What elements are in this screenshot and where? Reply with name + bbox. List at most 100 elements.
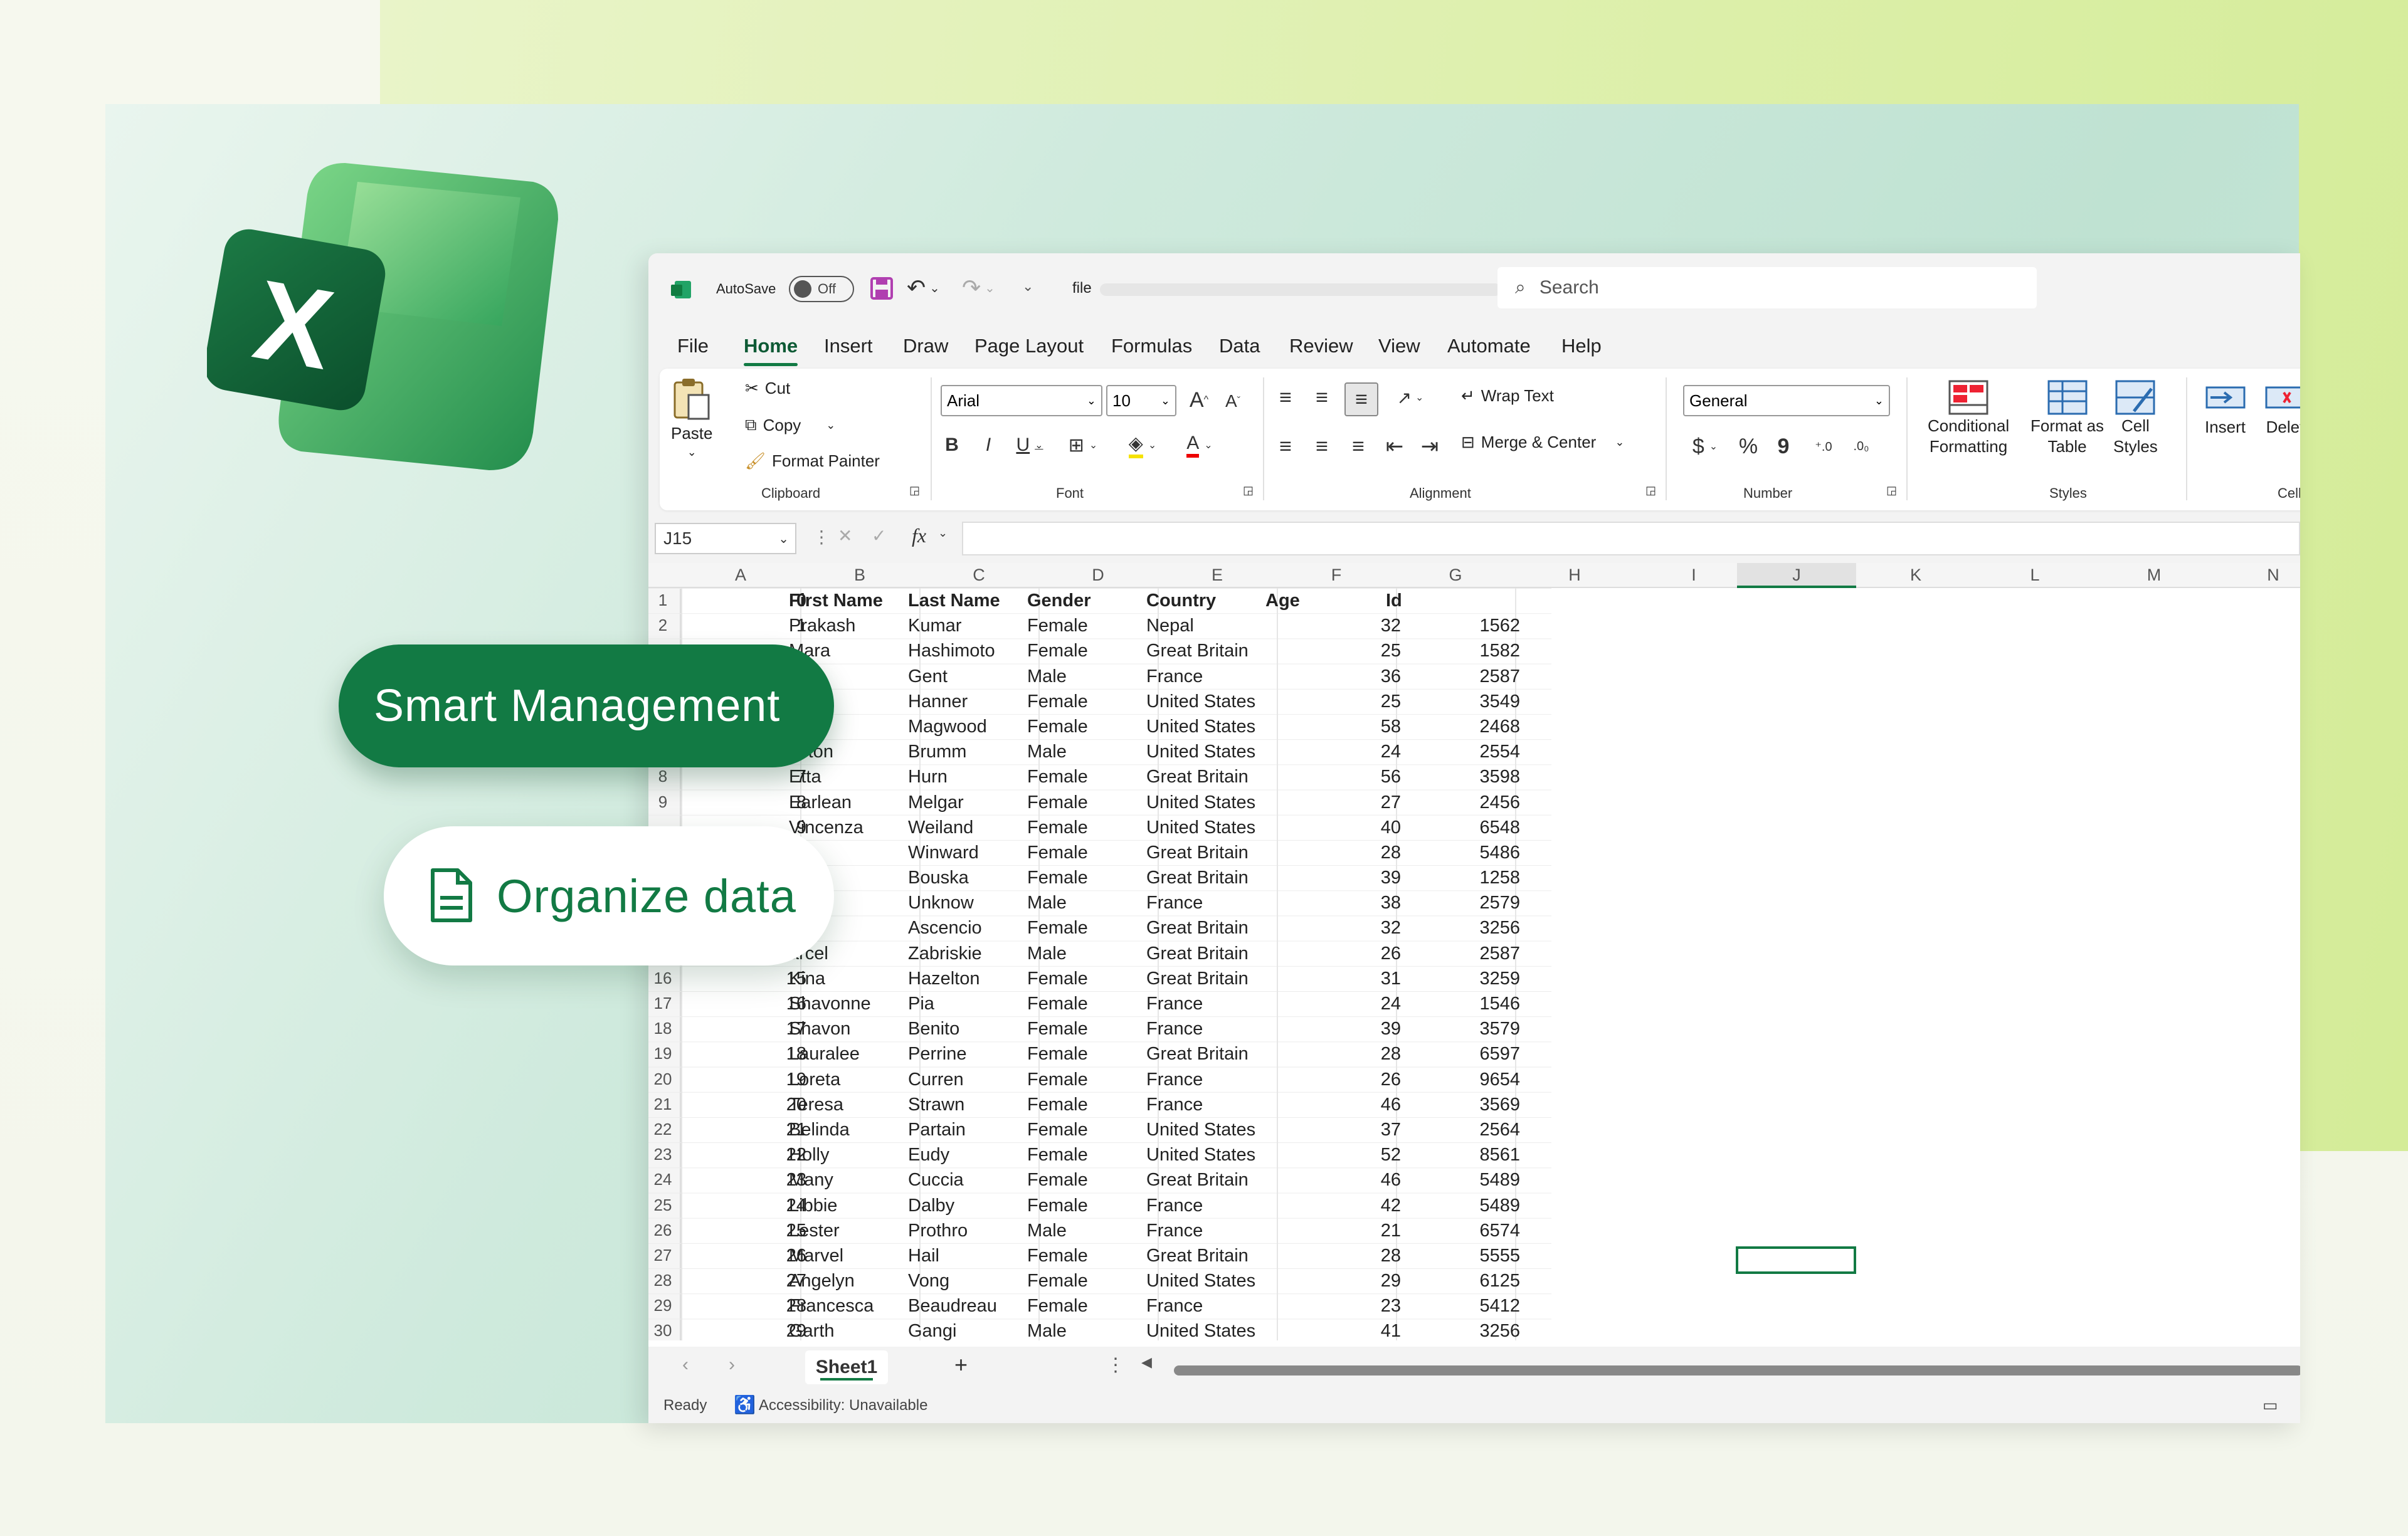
cell[interactable]: Perrine bbox=[908, 1044, 967, 1065]
cell[interactable]: 15 bbox=[684, 969, 806, 989]
row-number[interactable]: 21 bbox=[648, 1095, 677, 1114]
cell[interactable]: France bbox=[1146, 893, 1203, 913]
paste-button[interactable]: Paste ⌄ bbox=[671, 377, 713, 459]
add-sheet-button[interactable]: + bbox=[954, 1352, 968, 1378]
row-number[interactable]: 22 bbox=[648, 1120, 677, 1139]
align-left-icon[interactable]: ≡ bbox=[1272, 431, 1299, 461]
tab-formulas[interactable]: Formulas bbox=[1111, 335, 1192, 357]
cell[interactable]: 7 bbox=[684, 767, 806, 787]
dialog-launcher-icon[interactable]: ◲ bbox=[1886, 484, 1897, 497]
column-header[interactable]: F bbox=[1277, 565, 1396, 585]
column-header[interactable]: N bbox=[2214, 565, 2300, 585]
display-settings-icon[interactable]: ▭ bbox=[2263, 1396, 2278, 1415]
column-header[interactable]: I bbox=[1634, 565, 1753, 585]
row-number[interactable]: 1 bbox=[648, 591, 677, 610]
cell[interactable]: Female bbox=[1027, 792, 1088, 813]
row-number[interactable]: 19 bbox=[648, 1044, 677, 1063]
dialog-launcher-icon[interactable]: ◲ bbox=[1645, 484, 1656, 497]
cell[interactable]: Female bbox=[1027, 1070, 1088, 1090]
cell[interactable]: 3549 bbox=[1338, 692, 1520, 712]
align-top-icon[interactable]: ≡ bbox=[1272, 382, 1299, 413]
cell[interactable]: Male bbox=[1027, 1321, 1067, 1342]
align-center-icon[interactable]: ≡ bbox=[1308, 431, 1336, 461]
cell[interactable]: France bbox=[1146, 1019, 1203, 1039]
cell[interactable]: Partain bbox=[908, 1120, 966, 1140]
formula-input[interactable] bbox=[962, 522, 2300, 555]
cell[interactable]: Female bbox=[1027, 818, 1088, 838]
horizontal-scrollbar[interactable] bbox=[1174, 1365, 2300, 1376]
cell[interactable]: 24 bbox=[684, 1196, 806, 1216]
cell[interactable]: 21 bbox=[684, 1120, 806, 1140]
cell[interactable]: 6125 bbox=[1338, 1271, 1520, 1291]
cell[interactable]: Female bbox=[1027, 641, 1088, 661]
tab-file[interactable]: File bbox=[677, 335, 709, 357]
cell[interactable]: Female bbox=[1027, 1095, 1088, 1115]
cell[interactable]: 23 bbox=[684, 1170, 806, 1191]
redo-icon[interactable]: ↷ ⌄ bbox=[962, 275, 995, 301]
cell[interactable]: 2564 bbox=[1338, 1120, 1520, 1140]
cell[interactable]: Female bbox=[1027, 969, 1088, 989]
row-number[interactable]: 18 bbox=[648, 1019, 677, 1038]
cell[interactable]: Brumm bbox=[908, 742, 966, 762]
cell[interactable]: Female bbox=[1027, 1120, 1088, 1140]
tab-data[interactable]: Data bbox=[1219, 335, 1260, 357]
column-header[interactable]: E bbox=[1158, 565, 1277, 585]
row-number[interactable]: 2 bbox=[648, 616, 677, 635]
cell[interactable]: Garth bbox=[789, 1321, 835, 1342]
accessibility-status[interactable]: Accessibility: Unavailable bbox=[759, 1397, 927, 1414]
cell[interactable]: 26 bbox=[684, 1246, 806, 1266]
cell[interactable]: Male bbox=[1027, 944, 1067, 964]
more-icon[interactable]: ⋮ bbox=[1106, 1354, 1125, 1376]
cell[interactable]: 0 bbox=[684, 591, 806, 611]
cell[interactable]: 2468 bbox=[1338, 717, 1520, 737]
number-format-dropdown[interactable]: General ⌄ bbox=[1683, 385, 1890, 416]
cell[interactable]: France bbox=[1146, 1070, 1203, 1090]
cell[interactable]: Female bbox=[1027, 843, 1088, 863]
cell[interactable]: Female bbox=[1027, 717, 1088, 737]
cell[interactable]: Nepal bbox=[1146, 616, 1194, 636]
tab-insert[interactable]: Insert bbox=[824, 335, 873, 357]
cell[interactable]: Zabriskie bbox=[908, 944, 982, 964]
cell[interactable]: 3598 bbox=[1338, 767, 1520, 787]
percent-icon[interactable]: % bbox=[1735, 431, 1762, 461]
next-sheet-icon[interactable]: › bbox=[729, 1354, 735, 1376]
cell[interactable]: Gent bbox=[908, 666, 948, 687]
cell[interactable]: Kumar bbox=[908, 616, 961, 636]
cell[interactable]: Lauralee bbox=[789, 1044, 860, 1065]
cell[interactable]: Female bbox=[1027, 1044, 1088, 1065]
font-name-dropdown[interactable]: Arial ⌄ bbox=[941, 385, 1102, 416]
column-header-selected[interactable]: J bbox=[1737, 563, 1856, 588]
cell[interactable]: Shavonne bbox=[789, 994, 871, 1014]
cell[interactable]: Gangi bbox=[908, 1321, 956, 1342]
selected-cell[interactable] bbox=[1736, 1246, 1856, 1274]
align-right-icon[interactable]: ≡ bbox=[1344, 431, 1372, 461]
cell[interactable]: Dalby bbox=[908, 1196, 954, 1216]
cell[interactable]: Female bbox=[1027, 1019, 1088, 1039]
column-header[interactable]: B bbox=[800, 565, 919, 585]
tab-draw[interactable]: Draw bbox=[903, 335, 948, 357]
customize-toolbar-icon[interactable]: ⌄ bbox=[1022, 278, 1033, 295]
cell[interactable]: 3259 bbox=[1338, 969, 1520, 989]
cell[interactable]: 8 bbox=[684, 792, 806, 813]
cell[interactable]: 17 bbox=[684, 1019, 806, 1039]
save-icon[interactable] bbox=[869, 276, 894, 301]
align-bottom-icon[interactable]: ≡ bbox=[1344, 382, 1378, 416]
increase-decimal-icon[interactable]: ⁺.0 bbox=[1806, 431, 1841, 461]
cell[interactable]: 2587 bbox=[1338, 944, 1520, 964]
cell[interactable]: Etta bbox=[789, 767, 821, 787]
row-number[interactable]: 25 bbox=[648, 1196, 677, 1215]
cell[interactable]: Hashimoto bbox=[908, 641, 995, 661]
cell[interactable]: Bouska bbox=[908, 868, 969, 888]
dialog-launcher-icon[interactable]: ◲ bbox=[1243, 484, 1254, 497]
undo-icon[interactable]: ↶ ⌄ bbox=[907, 275, 940, 301]
row-number[interactable]: 9 bbox=[648, 792, 677, 812]
insert-function-icon[interactable]: fx bbox=[912, 524, 926, 547]
cell[interactable]: 5489 bbox=[1338, 1170, 1520, 1191]
row-number[interactable]: 28 bbox=[648, 1271, 677, 1290]
cell[interactable]: Eudy bbox=[908, 1145, 949, 1165]
cell[interactable]: Kina bbox=[789, 969, 825, 989]
cell[interactable]: Last Name bbox=[908, 591, 1000, 611]
cell[interactable]: Female bbox=[1027, 918, 1088, 939]
comma-icon[interactable]: 9 bbox=[1770, 431, 1797, 461]
cancel-icon[interactable]: ✕ bbox=[838, 525, 852, 546]
